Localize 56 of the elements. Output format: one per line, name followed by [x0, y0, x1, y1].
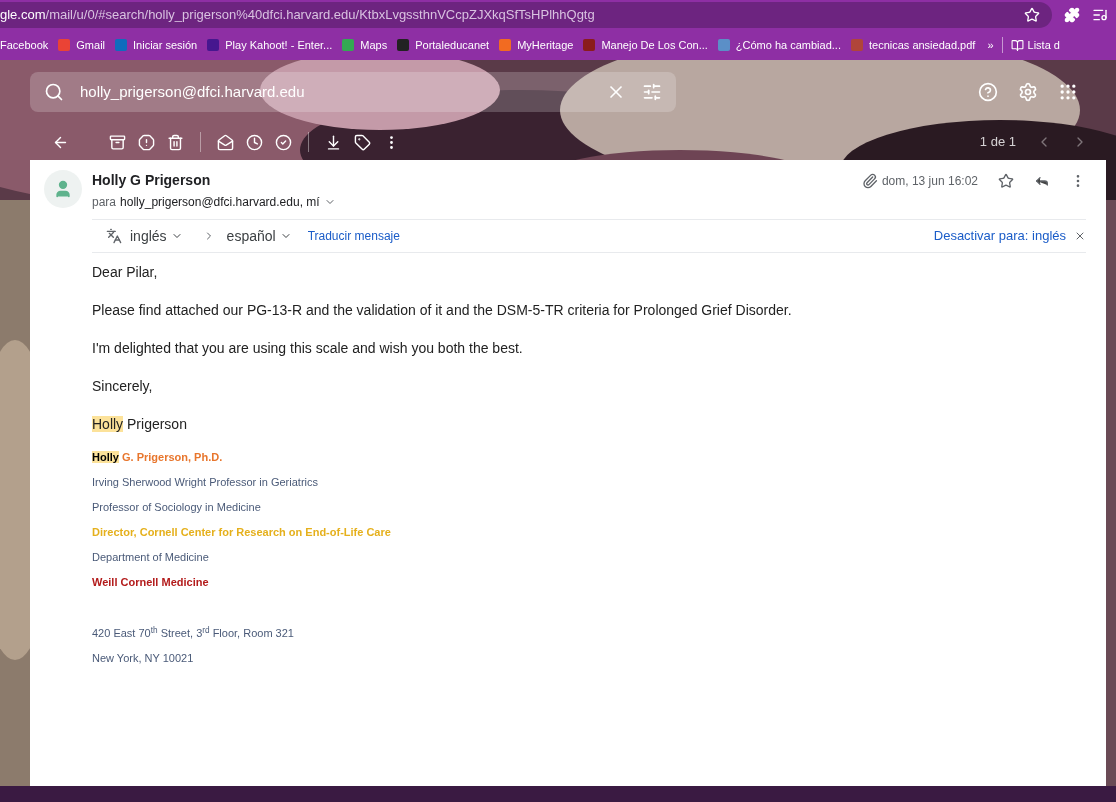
reading-list-icon	[1010, 38, 1024, 52]
bookmark-link[interactable]: Gmail	[58, 36, 106, 54]
pager-text: 1 de 1	[979, 133, 1016, 152]
archive-icon[interactable]	[109, 133, 126, 151]
signoff-name: Holly Prigerson	[92, 415, 188, 433]
clock-icon[interactable]	[246, 133, 263, 151]
attachment-icon	[861, 173, 878, 189]
recipient-text: holly_prigerson@dfci.harvard.edu, mí	[120, 194, 320, 211]
bookmark-star-icon[interactable]	[1024, 7, 1040, 23]
signature-line: Weill Cornell Medicine	[92, 576, 210, 589]
check-circle-icon[interactable]	[275, 133, 292, 151]
signature-line: Holly G. Prigerson, Ph.D.	[92, 451, 224, 464]
bookmark-link[interactable]: Maps	[342, 36, 388, 54]
star-icon[interactable]	[998, 173, 1014, 189]
open-envelope-icon[interactable]	[217, 133, 234, 151]
message-paragraph: Please find attached our PG-13-R and the validation of it and the DSM-5-TR criteria for Prolonged Grief Disorder.	[92, 301, 793, 319]
tag-icon[interactable]	[354, 133, 371, 151]
signature-line: Director, Cornell Center for Research on End-of-Life Care	[92, 526, 392, 539]
signature-line: Irving Sherwood Wright Professor in Geriatrics	[92, 476, 319, 489]
recipient-prefix: para	[92, 194, 117, 211]
bookmark-link[interactable]: MyHeritage	[499, 36, 574, 54]
signature-line: Professor of Sociology in Medicine	[92, 501, 262, 514]
apps-icon[interactable]	[1058, 82, 1078, 102]
media-icon[interactable]	[1092, 7, 1108, 23]
signature-line: 420 East 70$^{th}$ Street, 3$^{rd}$ Floor, Room 321	[92, 627, 295, 640]
trash-icon[interactable]	[167, 133, 184, 151]
url-text: gle.com/mail/u/0/#search/holly_prigerson%40dfci.harvard.edu/KtbxLvgssthnVCcpZJXkqSfTsHPlhhQgtg	[0, 6, 595, 25]
target-language-dropdown[interactable]: español	[226, 225, 292, 247]
bookmark-link[interactable]: Manejo De Los Con...	[583, 36, 708, 54]
disable-translation-link[interactable]: Desactivar para: inglés	[933, 226, 1066, 246]
reading-list-link[interactable]: Lista d	[1010, 36, 1060, 54]
message-paragraph: Dear Pilar,	[92, 263, 159, 281]
person-icon	[53, 179, 73, 199]
message-paragraph: I'm delighted that you are using this scale and wish you both the best.	[92, 339, 524, 357]
message-date: dom, 13 jun 16:02	[881, 173, 978, 190]
signature-line: New York, NY 10021	[92, 652, 195, 665]
bookmark-link[interactable]: tecnicas ansiedad.pdf	[850, 36, 976, 54]
bookmark-link[interactable]: Iniciar sesión	[115, 36, 198, 54]
source-language-dropdown[interactable]: inglés	[130, 225, 183, 247]
extensions-icon[interactable]	[1064, 7, 1080, 23]
bookmark-link[interactable]: Portaleducanet	[397, 36, 490, 54]
translate-icon	[106, 228, 122, 244]
message-paragraph: Sincerely,	[92, 377, 154, 395]
bookmark-link[interactable]: ¿Cómo ha cambiad...	[717, 36, 841, 54]
translate-link[interactable]: Traducir mensaje	[307, 227, 400, 245]
search-query: holly_prigerson@dfci.harvard.edu	[80, 81, 306, 102]
signature-line: Department of Medicine	[92, 551, 210, 564]
close-icon[interactable]	[1074, 230, 1086, 242]
search-icon	[44, 82, 64, 102]
address-bar[interactable]: gle.com/mail/u/0/#search/holly_prigerson%40dfci.harvard.edu/KtbxLvgssthnVCcpZJXkqSfTsHPlhhQgtg	[0, 2, 1052, 28]
bookmark-link[interactable]: Facebook	[0, 36, 49, 54]
alert-icon[interactable]	[138, 133, 155, 151]
bookmark-link[interactable]: Play Kahoot! - Enter...	[207, 36, 333, 54]
bookmarks-overflow[interactable]: »	[987, 36, 994, 54]
download-icon[interactable]	[325, 133, 342, 151]
sender-name: Holly G Prigerson	[92, 171, 212, 190]
